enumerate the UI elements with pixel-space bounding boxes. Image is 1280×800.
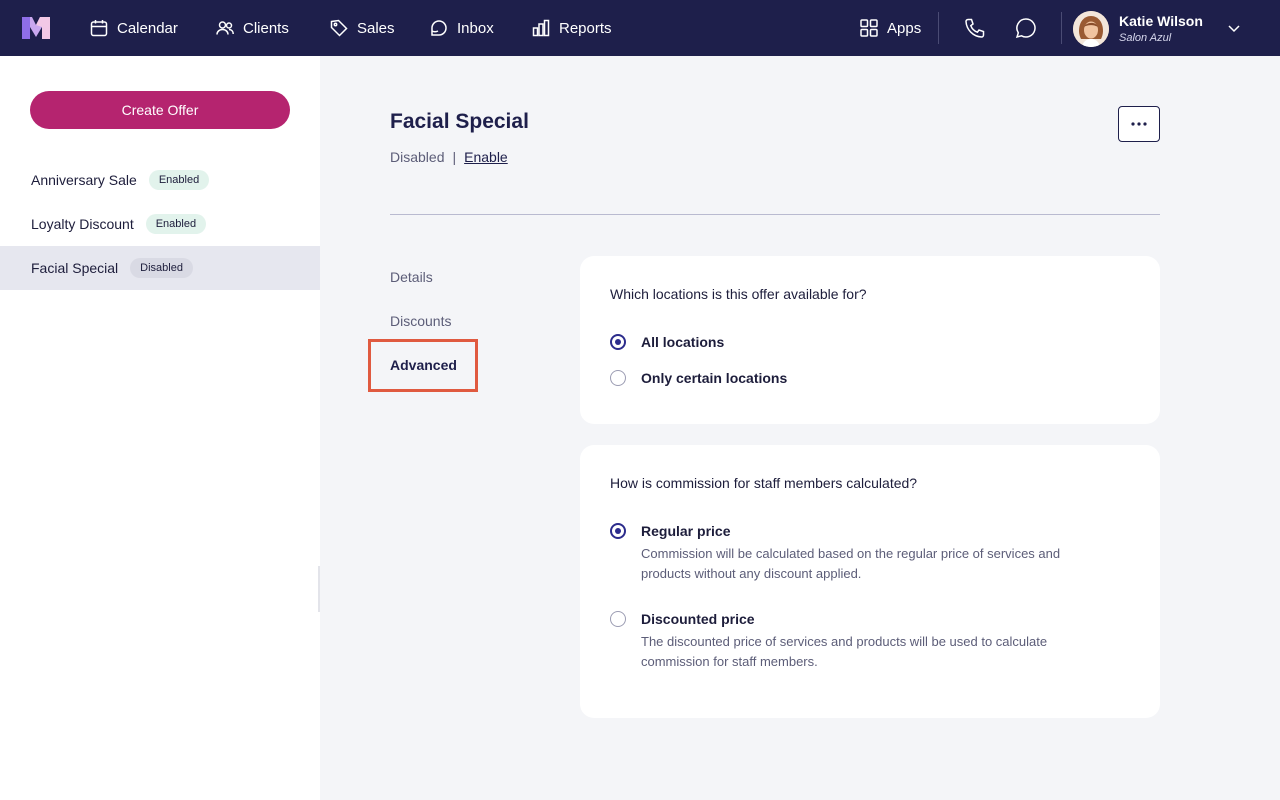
- nav-reports-label: Reports: [559, 19, 612, 37]
- option-label[interactable]: All locations: [641, 334, 724, 350]
- option-label[interactable]: Discounted price: [641, 611, 755, 627]
- calendar-icon: [90, 20, 108, 37]
- sidebar-item-facial-special[interactable]: Facial Special Disabled: [0, 246, 320, 290]
- nav-apps-label: Apps: [887, 19, 922, 37]
- nav-inbox[interactable]: Inbox: [429, 0, 494, 56]
- nav-calendar[interactable]: Calendar: [89, 0, 178, 56]
- top-nav: Calendar Clients Sales Inbox Reports App…: [0, 0, 1280, 56]
- locations-question: Which locations is this offer available …: [610, 286, 867, 302]
- page-title: Facial Special: [390, 110, 529, 133]
- status-separator: |: [452, 149, 457, 165]
- header-divider: [390, 214, 1160, 215]
- sidebar-item-loyalty-discount[interactable]: Loyalty Discount Enabled: [0, 202, 320, 246]
- radio-regular-price[interactable]: [610, 523, 626, 539]
- message-icon[interactable]: [1014, 16, 1038, 40]
- option-description: Commission will be calculated based on t…: [641, 546, 1061, 581]
- status-badge: Enabled: [145, 214, 207, 234]
- nav-divider: [1061, 12, 1062, 44]
- commission-card: How is commission for staff members calc…: [580, 445, 1160, 718]
- commission-question: How is commission for staff members calc…: [610, 475, 918, 491]
- user-name[interactable]: Katie Wilson: [1119, 13, 1203, 29]
- highlight-box: [368, 339, 478, 392]
- more-horizontal-icon: [1131, 122, 1147, 126]
- logo-icon[interactable]: [22, 17, 50, 39]
- offer-status: Disabled: [390, 149, 445, 165]
- offer-name: Facial Special: [31, 260, 119, 276]
- option-label[interactable]: Only certain locations: [641, 370, 787, 386]
- nav-clients[interactable]: Clients: [215, 0, 289, 56]
- enable-link[interactable]: Enable: [464, 149, 508, 165]
- more-options-button[interactable]: [1118, 106, 1160, 142]
- offer-name: Anniversary Sale: [31, 172, 137, 188]
- offer-status-line: Disabled | Enable: [390, 149, 508, 165]
- sidebar-resize-handle[interactable]: [318, 566, 320, 612]
- user-org: Salon Azul: [1119, 32, 1172, 44]
- nav-clients-label: Clients: [243, 19, 289, 37]
- status-badge: Disabled: [130, 258, 193, 278]
- bar-chart-icon: [532, 19, 550, 37]
- sidebar: Create Offer Anniversary Sale Enabled Lo…: [0, 56, 320, 800]
- locations-card: Which locations is this offer available …: [580, 256, 1160, 424]
- chevron-down-icon[interactable]: [1226, 20, 1242, 36]
- nav-sales-label: Sales: [357, 19, 395, 37]
- sidebar-item-anniversary-sale[interactable]: Anniversary Sale Enabled: [0, 158, 320, 202]
- chat-icon: [431, 20, 447, 36]
- radio-certain-locations[interactable]: [610, 370, 626, 386]
- status-badge: Enabled: [148, 170, 210, 190]
- nav-inbox-label: Inbox: [457, 19, 494, 37]
- avatar[interactable]: [1073, 11, 1109, 47]
- nav-divider: [938, 12, 939, 44]
- grid-icon: [860, 19, 878, 37]
- offer-name: Loyalty Discount: [31, 216, 134, 232]
- tab-discounts[interactable]: Discounts: [390, 313, 451, 329]
- users-icon: [216, 21, 234, 35]
- nav-calendar-label: Calendar: [117, 19, 178, 37]
- user-photo: [1073, 11, 1109, 47]
- tag-icon: [330, 19, 348, 37]
- tab-details[interactable]: Details: [390, 269, 433, 285]
- phone-icon[interactable]: [963, 16, 987, 40]
- nav-apps[interactable]: Apps: [859, 0, 921, 56]
- nav-sales[interactable]: Sales: [329, 0, 395, 56]
- option-description: The discounted price of services and pro…: [641, 634, 1048, 669]
- radio-all-locations[interactable]: [610, 334, 626, 350]
- nav-reports[interactable]: Reports: [531, 0, 612, 56]
- radio-discounted-price[interactable]: [610, 611, 626, 627]
- option-label[interactable]: Regular price: [641, 523, 730, 539]
- create-offer-button[interactable]: Create Offer: [30, 91, 290, 129]
